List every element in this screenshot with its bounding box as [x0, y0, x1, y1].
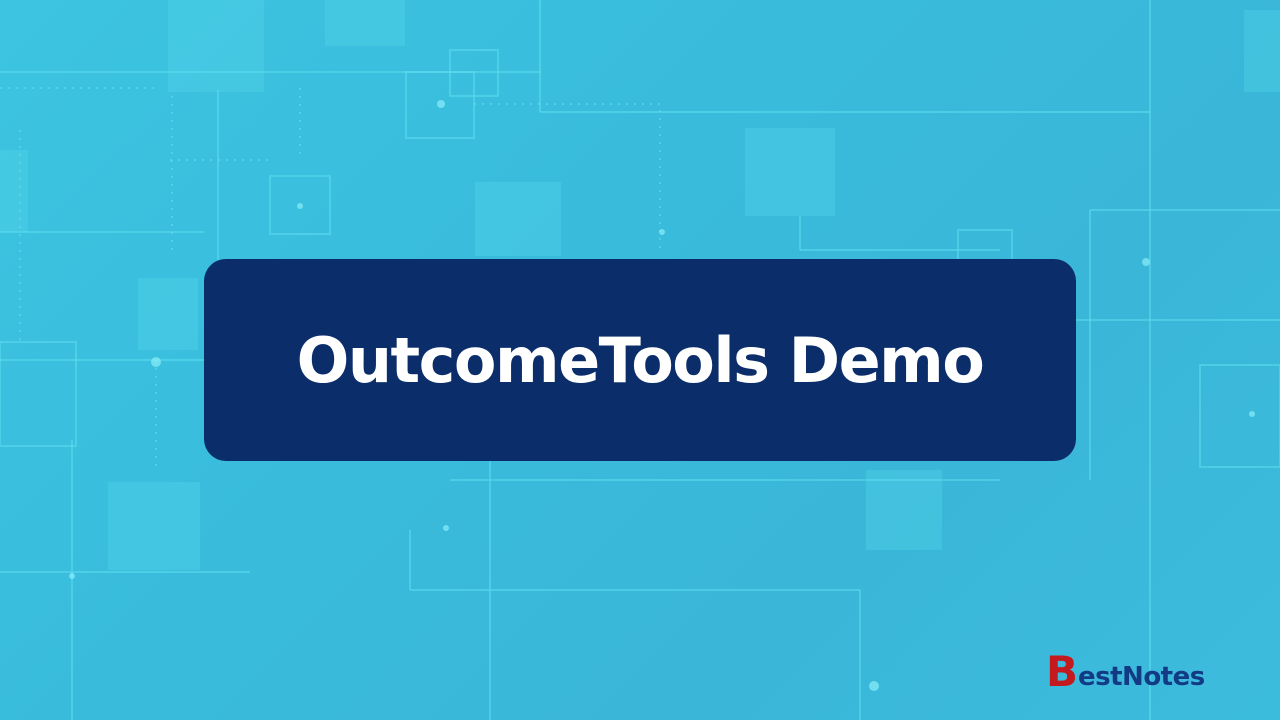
logo-initial: B — [1046, 647, 1078, 696]
logo-wordmark: estNotes — [1078, 662, 1205, 692]
bestnotes-logo: B estNotes — [1046, 647, 1246, 696]
title-card: OutcomeTools Demo — [204, 259, 1076, 461]
title-text: OutcomeTools Demo — [296, 323, 985, 397]
